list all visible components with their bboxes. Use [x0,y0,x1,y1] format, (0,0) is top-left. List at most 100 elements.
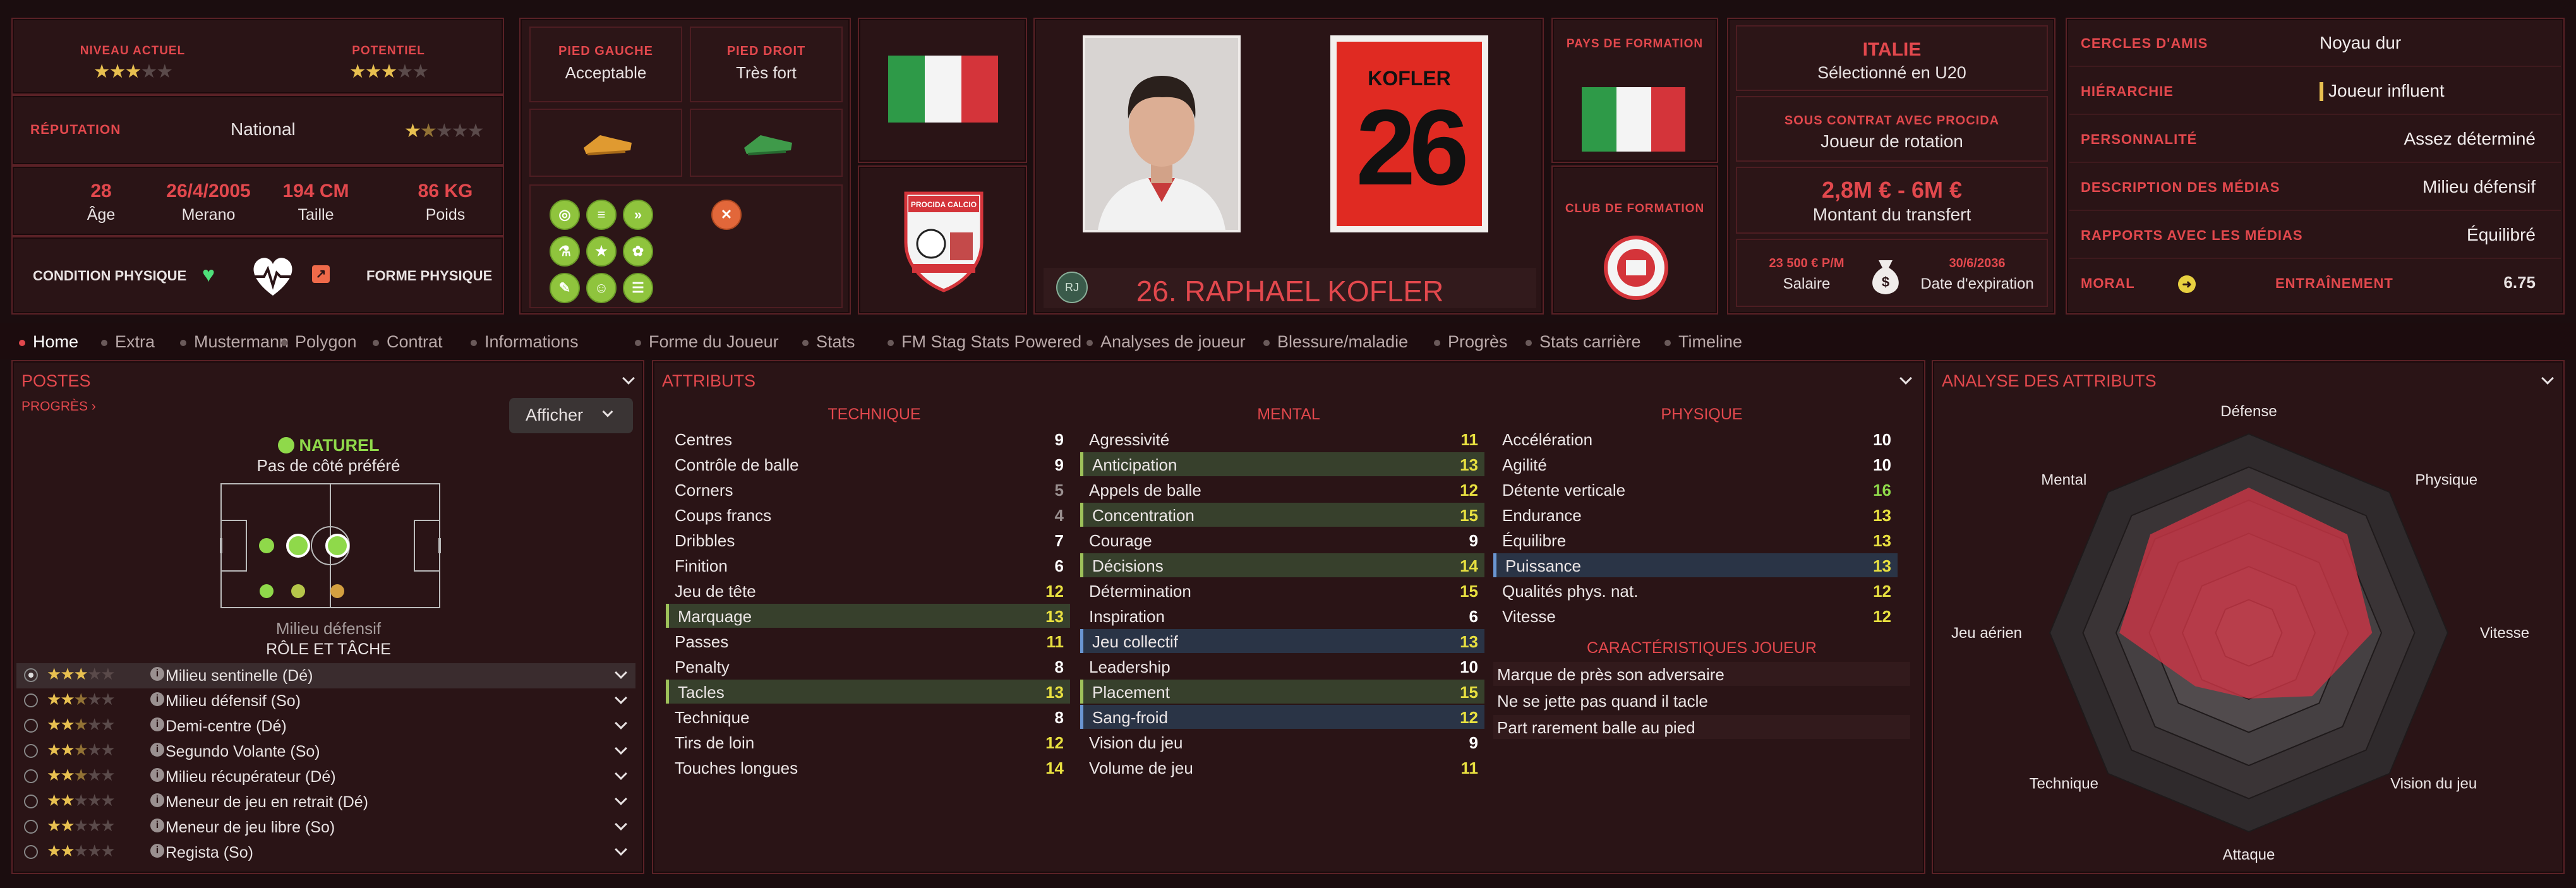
trait-row[interactable]: Part rarement balle au pied [1493,715,1910,739]
pen-icon[interactable]: ✎ [550,273,580,303]
tab-timeline[interactable]: Timeline [1664,332,1742,352]
attribute-row[interactable]: Appels de balle 12 [1080,477,1484,501]
role-radio [24,744,38,758]
tab-mustermann[interactable]: Mustermann [180,332,289,352]
attribute-row[interactable]: Détermination 15 [1080,579,1484,603]
technique-title: TECHNIQUE [828,405,921,423]
attribute-row[interactable]: Tacles 13 [666,680,1070,704]
attribute-row[interactable]: Penalty 8 [666,654,1070,678]
tab-stats[interactable]: Stats [802,332,855,352]
attribute-value: 9 [1054,430,1064,449]
role-expand-icon [615,818,627,831]
tactics-icon[interactable]: ≡ [586,200,617,230]
role-row[interactable]: ★★★★★ i Milieu défensif (So) [16,688,635,714]
attribute-row[interactable]: Corners 5 [666,477,1070,501]
role-row[interactable]: ★★★★★ i Meneur de jeu libre (So) [16,815,635,840]
attributs-collapse-icon[interactable] [1899,372,1912,385]
tab-contrat[interactable]: Contrat [373,332,443,352]
attribute-row[interactable]: Sang-froid 12 [1080,705,1484,729]
pos-dot-main [325,534,349,558]
player-photo [1083,35,1241,232]
tab-stats-carri-re[interactable]: Stats carrière [1526,332,1641,352]
attribute-row[interactable]: Qualités phys. nat. 12 [1493,579,1898,603]
tab-blessure-maladie[interactable]: Blessure/maladie [1263,332,1408,352]
postes-collapse-icon[interactable] [622,372,635,385]
attribute-row[interactable]: Endurance 13 [1493,503,1898,527]
attribute-row[interactable]: Tirs de loin 12 [666,730,1070,754]
trait-row[interactable]: Marque de près son adversaire [1493,662,1910,686]
attribute-row[interactable]: Passes 11 [666,629,1070,653]
rp-row: CERCLES D'AMIS Noyau dur [2069,19,2561,67]
attribute-value: 6 [1054,556,1064,575]
attribute-row[interactable]: Détente verticale 16 [1493,477,1898,501]
radar-chart: Défense Physique Vitesse Vision du jeu Attaq… [1951,403,2529,863]
afficher-button[interactable]: Afficher [509,398,633,433]
target-icon[interactable]: ◎ [550,200,580,230]
attribute-name: Accélération [1502,430,1593,449]
attribute-value: 14 [1460,556,1478,575]
attribute-row[interactable]: Jeu de tête 12 [666,579,1070,603]
attribute-row[interactable]: Agressivité 11 [1080,427,1484,451]
tab-home[interactable]: Home [19,332,78,352]
boots-icon[interactable]: » [623,200,653,230]
attribute-row[interactable]: Accélération 10 [1493,427,1898,451]
tab-fm-stag-stats-powered[interactable]: FM Stag Stats Powered [888,332,1081,352]
attribute-row[interactable]: Puissance 13 [1493,553,1898,577]
analyse-collapse-icon[interactable] [2541,372,2554,385]
role-row[interactable]: ★★★★★ i Demi-centre (Dé) [16,714,635,739]
attribute-value: 15 [1460,506,1478,525]
reputation-label: RÉPUTATION [30,123,121,137]
attribute-row[interactable]: Placement 15 [1080,680,1484,704]
attribute-row[interactable]: Volume de jeu 11 [1080,755,1484,779]
attribute-row[interactable]: Finition 6 [666,553,1070,577]
attribute-row[interactable]: Contrôle de balle 9 [666,452,1070,476]
attribute-row[interactable]: Centres 9 [666,427,1070,451]
attribute-row[interactable]: Leadership 10 [1080,654,1484,678]
star-trait-icon[interactable]: ★ [586,236,617,267]
tab-progr-s[interactable]: Progrès [1434,332,1508,352]
radar-axis-label: Jeu aérien [1951,625,2022,642]
attribute-row[interactable]: Équilibre 13 [1493,528,1898,552]
attribute-row[interactable]: Dribbles 7 [666,528,1070,552]
role-row[interactable]: ★★★★★ i Milieu sentinelle (Dé) [16,663,635,688]
attribute-row[interactable]: Vitesse 12 [1493,604,1898,628]
tab-informations[interactable]: Informations [471,332,579,352]
role-row[interactable]: ★★★★★ i Segundo Volante (So) [16,739,635,764]
tab-analyses-de-joueur[interactable]: Analyses de joueur [1086,332,1246,352]
attribute-row[interactable]: Décisions 14 [1080,553,1484,577]
trait-row[interactable]: Ne se jette pas quand il tacle [1493,688,1910,712]
notes-icon[interactable]: ☰ [623,273,653,303]
attribute-row[interactable]: Concentration 15 [1080,503,1484,527]
attribute-row[interactable]: Agilité 10 [1493,452,1898,476]
tab-forme-du-joueur[interactable]: Forme du Joueur [635,332,779,352]
feet-panel: PIED GAUCHE Acceptable PIED DROIT Très f… [519,18,851,315]
attribute-row[interactable]: Technique 8 [666,705,1070,729]
transfer-box: 2,8M € - 6M € Montant du transfert [1736,167,2048,234]
role-row[interactable]: ★★★★★ i Milieu récupérateur (Dé) [16,764,635,789]
attribute-row[interactable]: Marquage 13 [666,604,1070,628]
tab-bar: Home Extra Mustermann Polygon Contrat Informa… [0,323,2576,359]
flask-icon[interactable]: ⚗ [550,236,580,267]
tab-dot-icon [180,339,186,346]
attribute-value: 11 [1460,759,1479,777]
attribute-name: Jeu collectif [1092,632,1178,651]
personality-panel: CERCLES D'AMIS Noyau dur HIÉRARCHIE Joueur… [2066,18,2565,315]
attribute-row[interactable]: Courage 9 [1080,528,1484,552]
attribute-name: Agilité [1502,455,1547,474]
brain-icon[interactable]: ✿ [623,236,653,267]
attribute-row[interactable]: Coups francs 4 [666,503,1070,527]
attribute-row[interactable]: Inspiration 6 [1080,604,1484,628]
attribute-row[interactable]: Anticipation 13 [1080,452,1484,476]
niveau-stars: ★★★★★ [93,61,173,82]
progres-link[interactable]: PROGRÈS › [21,399,96,414]
role-row[interactable]: ★★★★★ i Meneur de jeu en retrait (Dé) [16,789,635,815]
role-row[interactable]: ★★★★★ i Regista (So) [16,840,635,865]
attribute-row[interactable]: Vision du jeu 9 [1080,730,1484,754]
tab-extra[interactable]: Extra [101,332,155,352]
smile-icon[interactable]: ☺ [586,273,617,303]
attribute-row[interactable]: Jeu collectif 13 [1080,629,1484,653]
attribute-value: 15 [1460,683,1478,702]
attribute-row[interactable]: Touches longues 14 [666,755,1070,779]
tab-polygon[interactable]: Polygon [281,332,357,352]
wrench-icon[interactable]: ✕ [711,200,742,230]
